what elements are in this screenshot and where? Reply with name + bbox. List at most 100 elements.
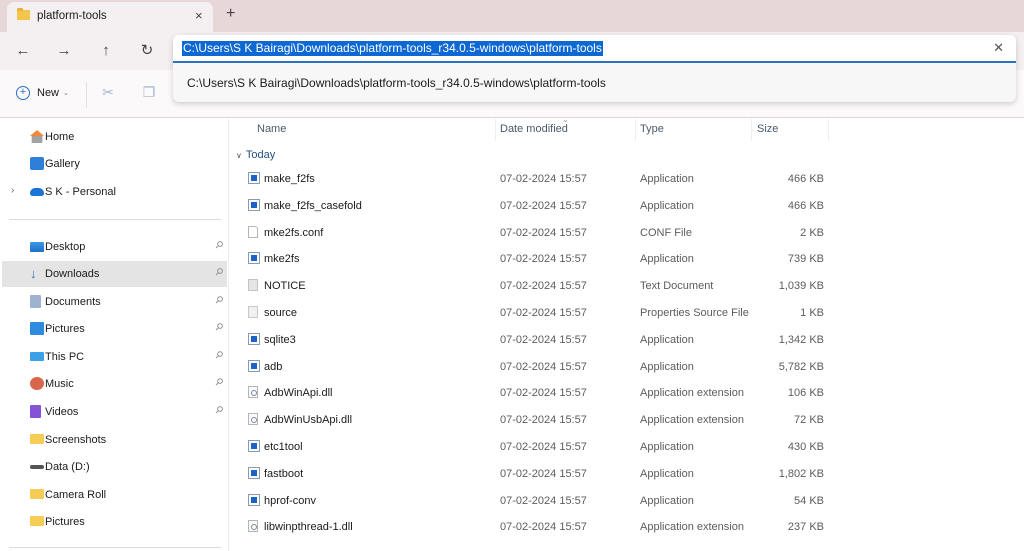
- sidebar-item-label: Videos: [45, 406, 79, 418]
- close-tab-icon[interactable]: ×: [195, 8, 203, 23]
- file-row[interactable]: mke2fs.conf 07-02-2024 15:57 CONF File 2 KB: [238, 220, 828, 246]
- column-divider[interactable]: [495, 119, 496, 141]
- application-icon: [248, 198, 260, 211]
- file-date-modified: 07-02-2024 15:57: [500, 307, 587, 319]
- file-size: 1,039 KB: [778, 280, 824, 293]
- folder-icon: [17, 8, 30, 20]
- file-size: 5,782 KB: [778, 360, 824, 373]
- file-name: mke2fs.conf: [264, 226, 324, 239]
- file-row[interactable]: libwinpthread-1.dll 07-02-2024 15:57 Appli…: [238, 514, 828, 540]
- file-type: Application extension: [640, 521, 744, 534]
- dll-icon: [248, 386, 258, 399]
- file-date-modified: 07-02-2024 15:57: [500, 173, 587, 185]
- file-row[interactable]: adb 07-02-2024 15:57 Application 5,782 KB: [238, 354, 828, 380]
- pin-icon: ⚲: [212, 239, 226, 252]
- sidebar-item-gallery[interactable]: Gallery: [2, 151, 227, 177]
- file-row[interactable]: mke2fs 07-02-2024 15:57 Application 739 KB: [238, 246, 828, 272]
- file-size: 1,342 KB: [778, 333, 824, 346]
- sidebar-item-pictures[interactable]: Pictures ⚲: [2, 316, 227, 342]
- sidebar-item-camera-roll[interactable]: Camera Roll: [2, 482, 227, 508]
- column-header-size[interactable]: Size: [757, 123, 778, 135]
- file-date-modified: 07-02-2024 15:57: [500, 253, 587, 266]
- column-divider[interactable]: [828, 119, 829, 141]
- new-button[interactable]: + New ⌄: [16, 86, 69, 100]
- back-button[interactable]: ←: [12, 40, 34, 62]
- file-row[interactable]: etc1tool 07-02-2024 15:57 Application 430 K…: [238, 434, 828, 460]
- file-row[interactable]: sqlite3 07-02-2024 15:57 Application 1,342 …: [238, 327, 828, 353]
- sidebar-item-s-k-personal[interactable]: › S K - Personal: [2, 179, 227, 205]
- file-size: 739 KB: [787, 253, 824, 266]
- copy-button[interactable]: ❐: [140, 84, 158, 102]
- address-input[interactable]: C:\Users\S K Bairagi\Downloads\platform-…: [173, 35, 1016, 63]
- column-header-date-modified[interactable]: Date modified: [500, 123, 568, 135]
- clear-icon[interactable]: ✕: [993, 40, 1004, 56]
- chevron-down-icon: ∨: [236, 151, 242, 160]
- file-row[interactable]: make_f2fs 07-02-2024 15:57 Application 466 …: [238, 166, 828, 192]
- chevron-right-icon[interactable]: ›: [11, 185, 14, 196]
- file-size: 466 KB: [787, 199, 824, 212]
- sidebar-item-label: Desktop: [45, 241, 86, 253]
- sidebar-item-label: Documents: [45, 296, 101, 308]
- file-size: 54 KB: [794, 494, 824, 507]
- file-name: AdbWinUsbApi.dll: [264, 414, 353, 427]
- pin-icon: ⚲: [212, 294, 226, 307]
- column-divider[interactable]: [751, 119, 752, 141]
- sidebar-item-label: Pictures: [45, 516, 85, 528]
- downloads-icon: ↓: [30, 266, 37, 281]
- sidebar-item-screenshots[interactable]: Screenshots: [2, 427, 227, 453]
- sidebar-item-documents[interactable]: Documents ⚲: [2, 289, 227, 315]
- folder-icon: [30, 434, 44, 444]
- pin-icon: ⚲: [212, 404, 226, 417]
- file-date-modified: 07-02-2024 15:57: [500, 494, 587, 507]
- application-icon: [248, 172, 260, 184]
- sidebar-item-music[interactable]: Music ⚲: [2, 371, 227, 397]
- file-row[interactable]: source 07-02-2024 15:57 Properties Source …: [238, 300, 828, 326]
- sidebar-item-downloads[interactable]: ↓ Downloads ⚲: [2, 261, 227, 287]
- file-name: hprof-conv: [264, 494, 316, 507]
- sidebar-item-desktop[interactable]: Desktop ⚲: [2, 234, 227, 260]
- sidebar-item-this-pc[interactable]: This PC ⚲: [2, 344, 227, 370]
- file-row[interactable]: fastboot 07-02-2024 15:57 Application 1,802…: [238, 461, 828, 487]
- column-divider[interactable]: [635, 119, 636, 141]
- file-type: Application: [640, 199, 694, 212]
- sidebar-divider: [9, 219, 221, 220]
- file-list: Name ⌄ Date modified Type Size ∨ Today ma…: [230, 115, 1024, 551]
- file-row[interactable]: hprof-conv 07-02-2024 15:57 Application 54 …: [238, 488, 828, 514]
- properties-file-icon: [248, 306, 258, 318]
- sidebar-item-pictures[interactable]: Pictures: [2, 509, 227, 535]
- file-row[interactable]: make_f2fs_casefold 07-02-2024 15:57 Applic…: [238, 193, 828, 219]
- group-header-today[interactable]: ∨ Today: [236, 149, 275, 161]
- desktop-icon: [30, 242, 44, 252]
- file-size: 72 KB: [794, 414, 824, 427]
- column-header-name[interactable]: Name: [257, 123, 286, 135]
- drive-icon: [30, 465, 44, 469]
- file-row[interactable]: NOTICE 07-02-2024 15:57 Text Document 1,039…: [238, 273, 828, 299]
- forward-button[interactable]: →: [53, 40, 75, 62]
- file-date-modified: 07-02-2024 15:57: [500, 333, 587, 346]
- address-suggestion[interactable]: C:\Users\S K Bairagi\Downloads\platform-…: [187, 76, 606, 90]
- file-type: Application: [640, 441, 694, 453]
- group-label: Today: [245, 149, 276, 161]
- new-tab-button[interactable]: +: [226, 5, 235, 23]
- file-size: 466 KB: [787, 173, 824, 185]
- column-header-type[interactable]: Type: [640, 123, 664, 135]
- navigation-pane: Home Gallery › S K - Personal Desktop ⚲ ↓ Downl…: [0, 119, 229, 551]
- sidebar-item-videos[interactable]: Videos ⚲: [2, 399, 227, 425]
- tab-platform-tools[interactable]: platform-tools ×: [7, 2, 213, 32]
- refresh-button[interactable]: ↻: [136, 40, 158, 62]
- file-row[interactable]: AdbWinApi.dll 07-02-2024 15:57 Application…: [238, 380, 828, 406]
- address-value-selected[interactable]: C:\Users\S K Bairagi\Downloads\platform-…: [182, 41, 603, 56]
- file-name: NOTICE: [264, 280, 306, 293]
- file-name: adb: [264, 360, 283, 373]
- file-date-modified: 07-02-2024 15:57: [500, 441, 587, 453]
- pin-icon: ⚲: [212, 376, 226, 389]
- new-label: New: [37, 87, 60, 99]
- file-name: mke2fs: [264, 253, 300, 266]
- sidebar-item-home[interactable]: Home: [2, 124, 227, 150]
- cut-button[interactable]: ✂: [99, 84, 117, 102]
- up-button[interactable]: ↑: [95, 40, 117, 62]
- file-name: sqlite3: [264, 333, 296, 346]
- tab-title: platform-tools: [37, 10, 107, 22]
- file-row[interactable]: AdbWinUsbApi.dll 07-02-2024 15:57 Applicat…: [238, 407, 828, 433]
- sidebar-item-data-d[interactable]: Data (D:): [2, 454, 227, 480]
